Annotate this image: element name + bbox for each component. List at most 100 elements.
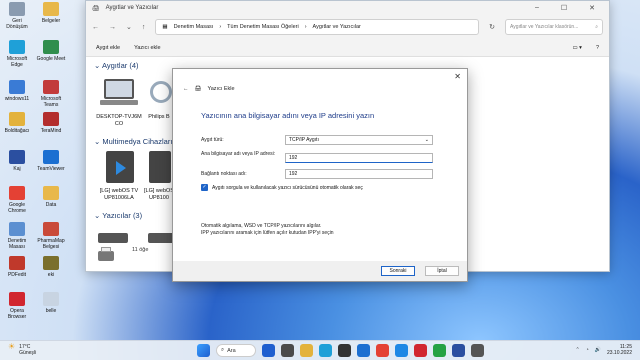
desktop-icon[interactable]: Denetim Masası [2,222,32,250]
start-button[interactable] [197,344,210,357]
dialog-footer: Sonraki İptal [173,261,467,281]
taskbar-app-icon[interactable] [338,344,351,357]
taskbar-app-icon[interactable] [300,344,313,357]
desktop-icon[interactable]: Opera Browser [2,292,32,320]
device-type-label: Aygıt türü: [201,137,224,143]
desktop-icon[interactable]: Bolditağacı [2,112,32,134]
forward-arrow-icon[interactable]: → [109,24,116,31]
address-bar-row: ← → ⌄ ↑ ▦ Denetim Masası › Tüm Denetim Ma… [86,15,609,39]
group-header-printers[interactable]: ⌄ Yazıcılar (3) [94,211,142,220]
breadcrumb-item[interactable]: Denetim Masası [174,24,214,30]
help-icon[interactable]: ? [596,45,599,51]
speaker-icon[interactable]: 🔊 [595,347,601,353]
checkmark-icon: ✓ [201,184,208,191]
taskbar-app-icon[interactable] [262,344,275,357]
chevron-up-icon[interactable]: ⌃ [576,347,580,353]
app-icon [9,186,25,200]
desktop-icon[interactable]: Data [36,186,66,208]
clock[interactable]: 11:25 23.10.2022 [607,344,632,356]
desktop-icon[interactable]: belle [36,292,66,314]
taskbar-app-icon[interactable] [433,344,446,357]
back-arrow-icon[interactable]: ← [183,86,189,92]
printer-icon: 🖨 [92,5,100,12]
desktop-icon[interactable]: TeraMind [36,112,66,134]
search-input[interactable]: Aygıtlar ve Yazıcılar klasörün... ⌕ [505,19,603,35]
port-label: Bağlantı noktası adı: [201,171,247,177]
search-icon: ⌕ [221,347,225,353]
add-printer-dialog: ✕ ← 🖨 Yazıcı Ekle Yazıcının ana bilgisay… [172,68,468,282]
dialog-heading: Yazıcının ana bilgisayar adını veya IP a… [201,111,375,120]
desktop-icon[interactable]: PDFedit [2,256,32,278]
desktop-icon[interactable]: windows11 [2,80,32,102]
chevron-down-icon: ⌄ [424,137,429,143]
wifi-icon[interactable]: ◔ [586,347,589,353]
cancel-button[interactable]: İptal [425,266,459,276]
device-lg-tv-1[interactable]: [LG] webOS TV UP81006LA [94,151,144,202]
printer-folder-icon [96,247,116,265]
desktop-icon[interactable]: Microsoft Teams [36,80,66,108]
weather-widget[interactable]: ☀ 17°C Güneşli [8,343,37,357]
taskbar-app-icon[interactable] [357,344,370,357]
desktop-icon[interactable]: Belgeler [36,2,66,24]
desktop-icon[interactable]: eki [36,256,66,278]
taskbar-apps: ⌕ Ara [197,344,484,357]
app-icon [43,40,59,54]
taskbar-app-icon[interactable] [452,344,465,357]
desktop-icon[interactable]: Geri Dönüşüm [2,2,32,30]
printer-icon[interactable] [98,233,128,243]
desktop-icon[interactable]: PharmaMap Belgesi [36,222,66,250]
port-input[interactable]: 192 [285,169,433,179]
desktop-icon[interactable]: Microsoft Edge [2,40,32,68]
taskbar-app-icon[interactable] [471,344,484,357]
add-printer-button[interactable]: Yazıcı ekle [134,45,161,51]
info-line-2: IPP yazıcılarını aramak için lütfen açıl… [201,230,334,236]
window-title: Aygıtlar ve Yazıcılar [105,5,159,11]
taskbar-app-icon[interactable] [395,344,408,357]
device-lg-tv-2[interactable]: [LG] webOS UP8100 [144,151,174,202]
control-panel-icon: ▦ [162,24,168,30]
address-bar[interactable]: ▦ Denetim Masası › Tüm Denetim Masası Öğe… [155,19,480,35]
add-device-button[interactable]: Aygıt ekle [96,45,120,51]
next-button[interactable]: Sonraki [381,266,415,276]
app-icon [43,292,59,306]
app-icon [43,80,59,94]
weather-status: Güneşli [19,350,37,356]
dialog-close-button[interactable]: ✕ [454,72,461,81]
search-icon: ⌕ [595,24,598,30]
desktop-icon[interactable]: TeamViewer [36,150,66,172]
query-printer-checkbox[interactable]: ✓ Aygıtı sorgula ve kullanılacak yazıcı … [201,184,363,191]
close-button[interactable]: ✕ [589,4,595,12]
desktop-icon[interactable]: Google Meet [36,40,66,62]
device-desktop[interactable]: DESKTOP-TVJ6M CO [94,77,144,128]
device-type-select[interactable]: TCP/IP Aygıtı ⌄ [285,135,433,145]
host-input[interactable]: 192 [285,153,433,163]
taskbar-app-icon[interactable] [414,344,427,357]
refresh-icon[interactable]: ↻ [489,23,495,31]
maximize-button[interactable]: ☐ [561,4,567,12]
desktop-icon[interactable]: Kaj [2,150,32,172]
breadcrumb-item[interactable]: Tüm Denetim Masası Öğeleri [227,24,299,30]
minimize-button[interactable]: – [535,4,539,12]
chevron-down-icon[interactable]: ⌄ [126,23,132,31]
breadcrumb-item[interactable]: Aygıtlar ve Yazıcılar [313,24,361,30]
printer-icon[interactable] [148,233,174,243]
group-header-devices[interactable]: ⌄ Aygıtlar (4) [94,61,139,70]
app-icon [9,222,25,236]
app-icon [9,80,25,94]
group-header-multimedia[interactable]: ⌄ Multimedya Cihazları (2) [94,137,184,146]
command-bar: Aygıt ekle Yazıcı ekle ▭ ▾ ? [86,39,609,57]
taskbar-app-icon[interactable] [281,344,294,357]
monitor-icon [146,77,172,111]
device-philips[interactable]: Philips B [144,77,174,121]
up-arrow-icon[interactable]: ↑ [142,24,146,31]
view-options-icon[interactable]: ▭ ▾ [572,45,582,51]
taskbar-app-icon[interactable] [319,344,332,357]
taskbar-app-icon[interactable] [376,344,389,357]
app-icon [43,222,59,236]
back-arrow-icon[interactable]: ← [92,24,99,31]
app-icon [9,150,25,164]
taskbar-search[interactable]: ⌕ Ara [216,344,256,357]
app-icon [43,256,59,270]
host-label: Ana bilgisayar adı veya IP adresi: [201,151,276,157]
desktop-icon[interactable]: Google Chrome [2,186,32,214]
